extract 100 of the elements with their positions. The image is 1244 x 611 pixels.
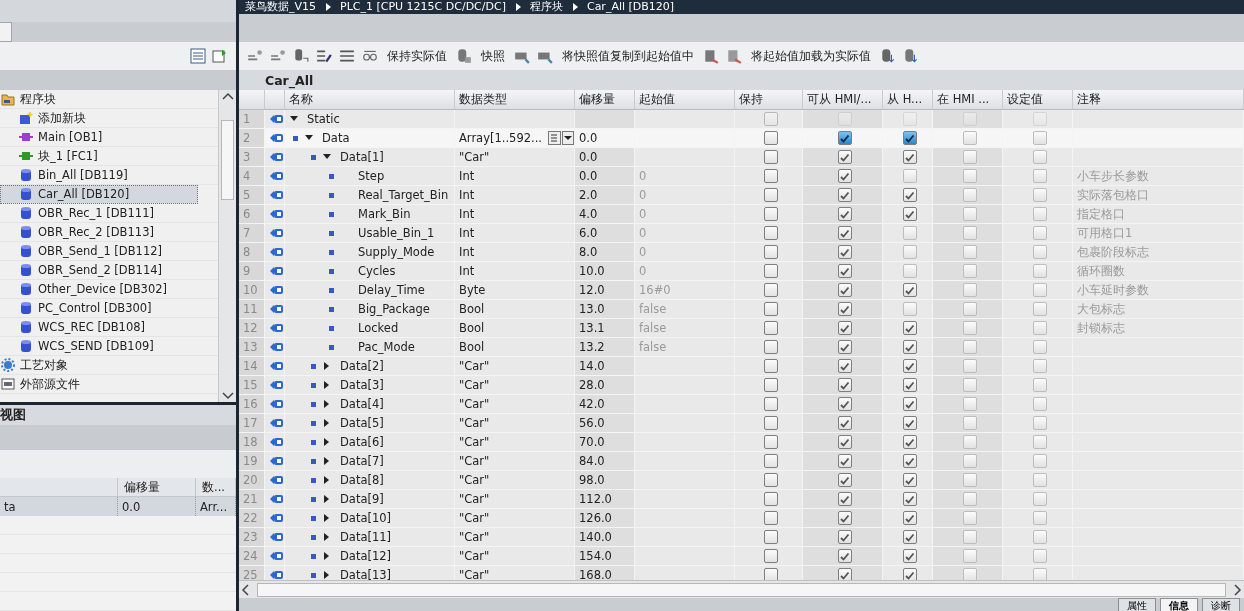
interface-icon [269,531,284,543]
panel-title: 视图 [0,405,236,425]
bullet-icon [329,344,334,350]
column-header[interactable]: 名称 [285,90,455,109]
check-icon [839,170,850,182]
breadcrumb-item[interactable]: 程序块 [529,0,563,14]
tree-item[interactable]: OBR_Send_1 [DB112] [0,242,218,261]
block-icon [18,130,34,144]
bullet-icon [329,306,334,312]
breadcrumb-item[interactable]: PLC_1 [CPU 1215C DC/DC/DC] [340,0,506,14]
row-number: 5 [239,186,265,204]
comment: 小车延时参数 [1077,282,1149,298]
panel-tab[interactable]: 信息 [1160,598,1198,611]
row-number: 18 [239,433,265,451]
add-block-icon [18,111,34,125]
variable-name: Delay_Time [358,283,425,297]
tree-item[interactable]: WCS_REC [DB108] [0,318,218,337]
tree-item[interactable]: 添加新块 [0,109,218,128]
tree-item[interactable]: Main [OB1] [0,128,218,147]
toolbar-button[interactable]: 将快照值复制到起始值中 [560,48,696,64]
breadcrumb-item[interactable]: 菜鸟数据_V15 [245,0,317,14]
breadcrumb-item[interactable]: Car_All [DB120] [586,0,675,14]
interface-icon [269,436,284,448]
check-icon [904,132,915,144]
variable-name: Data[4] [340,397,384,411]
tree-item[interactable]: 程序块 [0,90,218,109]
variable-name: Data[13] [340,568,392,580]
start-value: false [639,321,667,335]
check-icon [839,303,850,315]
comment: 实际落包格口 [1077,187,1149,203]
column-header[interactable]: 从 H... [883,90,933,109]
tree-item[interactable]: PC_Control [DB300] [0,299,218,318]
start-value: 16#0 [639,283,671,297]
tree-item[interactable]: Car_All [DB120] [0,185,198,204]
check-icon [839,398,850,410]
start-value: false [639,340,667,354]
panel-tab[interactable]: 属性 [1118,598,1156,611]
table-cell: Arr... [196,497,236,516]
data-type: Int [459,226,475,240]
toolbar-button[interactable]: 将起始值加载为实际值 [749,48,873,64]
variable-name: Data[10] [340,511,392,525]
variable-name: Big_Package [358,302,430,316]
row-number: 7 [239,224,265,242]
tree-item[interactable]: Other_Device [DB302] [0,280,218,299]
start-value: 0 [639,226,647,240]
start-value: 0 [639,169,647,183]
tree-item[interactable]: OBR_Rec_2 [DB113] [0,223,218,242]
check-icon [904,322,915,334]
check-icon [904,512,915,524]
data-type: Int [459,207,475,221]
tree-item-label: PC_Control [DB300] [38,301,152,315]
column-header[interactable]: 可从 HMI/... [803,90,883,109]
check-icon [904,398,915,410]
column-header[interactable]: 偏移量 [575,90,635,109]
column-header[interactable]: 在 HMI ... [933,90,1003,109]
glasses-icon [362,48,378,64]
offset: 4.0 [579,207,598,221]
tree-item-label: Main [OB1] [38,130,103,144]
row-number: 25 [239,566,265,580]
bullet-icon [311,515,316,521]
interface-icon [269,170,284,182]
offset: 42.0 [579,397,605,411]
tree-item[interactable]: 块_1 [FC1] [0,147,218,166]
column-header[interactable]: 数据类型 [455,90,575,109]
interface-icon [269,474,284,486]
variable-name: Locked [358,321,399,335]
column-header[interactable]: 保持 [735,90,803,109]
toolbar-button[interactable]: 保持实际值 [385,48,449,64]
cylinder-icon [880,48,896,64]
variable-name: Data[11] [340,530,392,544]
database-icon [18,263,34,277]
offset: 6.0 [579,226,598,240]
tree-item[interactable]: 外部源文件 [0,375,218,394]
bullet-icon [311,363,316,369]
row-number: 13 [239,338,265,356]
column-header[interactable]: 注释 [1073,90,1244,109]
interface-icon [269,132,284,144]
check-icon [839,265,850,277]
data-type: Int [459,245,475,259]
scrollbar[interactable] [239,580,1244,598]
tree-item[interactable]: 工艺对象 [0,356,218,375]
data-type: "Car" [459,435,490,449]
check-icon [904,284,915,296]
tree-item[interactable]: WCS_SEND [DB109] [0,337,218,356]
scrollbar[interactable] [218,90,236,402]
scroll-thumb[interactable] [221,120,234,200]
comment: 循环圈数 [1077,263,1125,279]
tree-item[interactable]: OBR_Send_2 [DB114] [0,261,218,280]
tab[interactable] [0,22,12,42]
toolbar-button[interactable]: 快照 [479,48,507,64]
bullet-icon [329,230,334,236]
panel-tab[interactable]: 诊断 [1202,598,1240,611]
check-icon [839,474,850,486]
start-value: 0 [639,264,647,278]
tree-item[interactable]: OBR_Rec_1 [DB111] [0,204,218,223]
comment: 小车步长参数 [1077,168,1149,184]
scroll-thumb[interactable] [257,582,1226,597]
column-header[interactable]: 起始值 [635,90,735,109]
start-value: 0 [639,245,647,259]
column-header[interactable]: 设定值 [1003,90,1073,109]
